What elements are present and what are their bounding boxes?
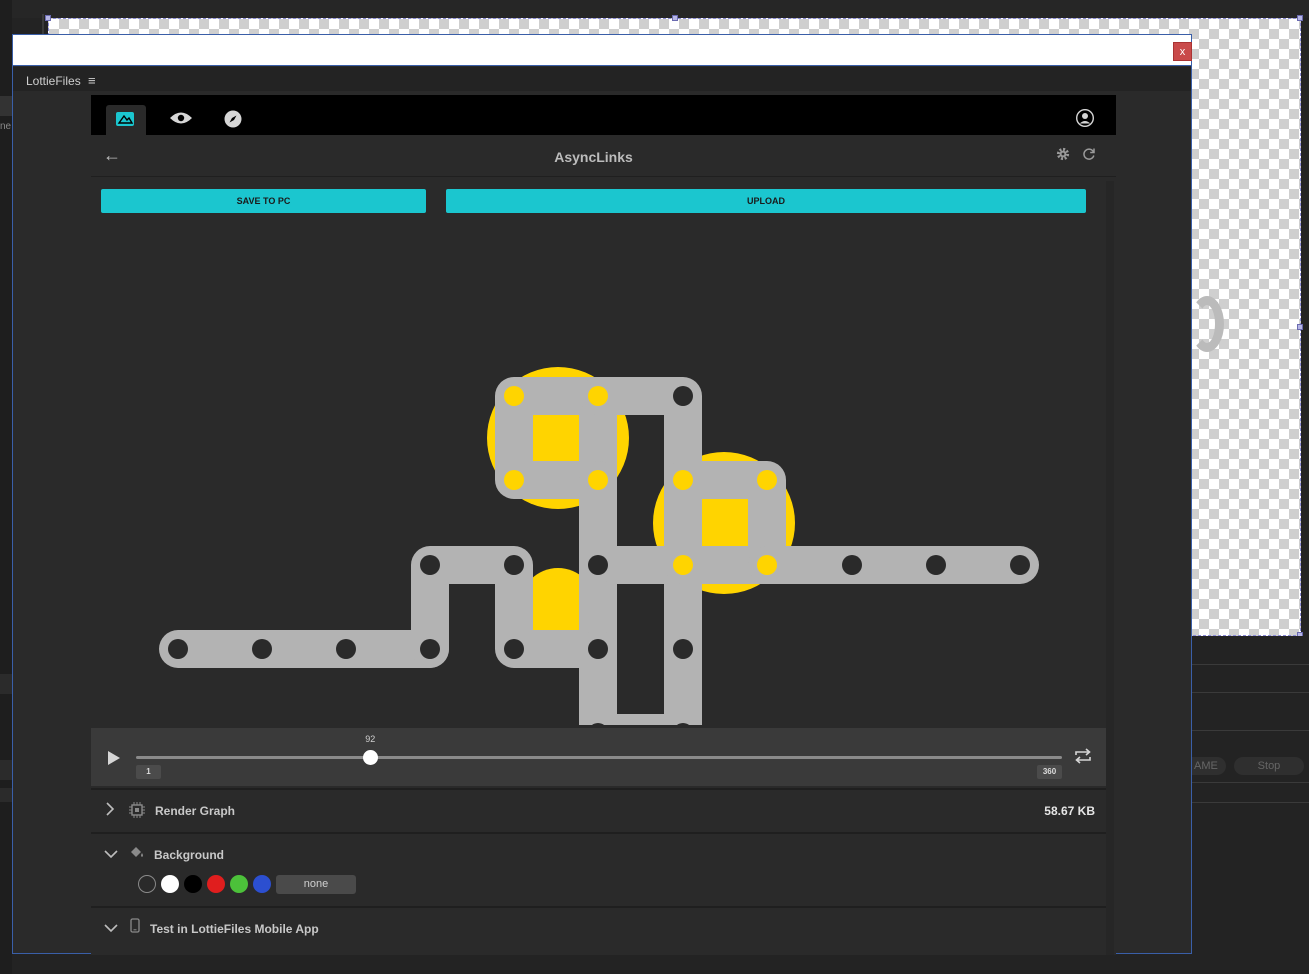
chevron-down-icon[interactable] bbox=[104, 922, 118, 936]
host-ame-button[interactable]: AME bbox=[1192, 757, 1226, 775]
chip-icon bbox=[129, 802, 145, 823]
transform-handle[interactable] bbox=[1297, 324, 1303, 330]
lottiefiles-panel-window: x LottieFiles ≡ ← AsyncLinks SAVE TO PC … bbox=[12, 34, 1192, 955]
swatch-blue[interactable] bbox=[253, 875, 271, 893]
mobile-section-title[interactable]: Test in LottieFiles Mobile App bbox=[150, 922, 319, 936]
timeline-slider[interactable] bbox=[136, 756, 1062, 759]
file-size-label: 58.67 KB bbox=[1044, 804, 1095, 818]
host-row-divider bbox=[1192, 692, 1309, 693]
swatch-green[interactable] bbox=[230, 875, 248, 893]
tab-create[interactable] bbox=[106, 105, 146, 135]
play-icon[interactable] bbox=[107, 750, 121, 771]
gear-icon[interactable] bbox=[1056, 147, 1070, 166]
render-graph-title[interactable]: Render Graph bbox=[155, 804, 235, 818]
player-controls: 92 1 360 bbox=[91, 728, 1106, 786]
background-section: Background none bbox=[91, 832, 1106, 906]
create-icon bbox=[116, 112, 134, 126]
render-graph-section: Render Graph 58.67 KB bbox=[91, 788, 1106, 830]
phone-icon bbox=[130, 918, 140, 938]
swatch-red[interactable] bbox=[207, 875, 225, 893]
timeline-handle[interactable] bbox=[362, 750, 378, 765]
eye-icon[interactable] bbox=[169, 111, 193, 130]
chevron-down-icon[interactable] bbox=[104, 848, 118, 862]
chevron-right-icon[interactable] bbox=[105, 802, 115, 819]
upload-button[interactable]: UPLOAD bbox=[446, 189, 1086, 213]
start-frame-badge: 1 bbox=[136, 765, 161, 779]
save-to-pc-button[interactable]: SAVE TO PC bbox=[101, 189, 426, 213]
transform-handle[interactable] bbox=[45, 15, 51, 21]
transform-handle[interactable] bbox=[672, 15, 678, 21]
refresh-icon[interactable] bbox=[1082, 147, 1096, 166]
host-left-label: ne bbox=[0, 121, 12, 132]
swatch-transparent[interactable] bbox=[138, 875, 156, 893]
chain-animation-frame bbox=[159, 367, 1039, 725]
panel-titlebar[interactable] bbox=[13, 35, 1191, 66]
app-header: ← AsyncLinks bbox=[91, 135, 1116, 177]
host-left-panel bbox=[0, 0, 12, 974]
swatch-black[interactable] bbox=[184, 875, 202, 893]
scrollbar[interactable] bbox=[1106, 181, 1114, 955]
host-row-divider bbox=[1192, 730, 1309, 731]
app-top-nav bbox=[91, 95, 1116, 135]
compass-icon[interactable] bbox=[224, 110, 242, 133]
close-button[interactable]: x bbox=[1173, 42, 1192, 61]
host-stop-button[interactable]: Stop bbox=[1234, 757, 1304, 775]
panel-menu-icon[interactable]: ≡ bbox=[88, 73, 96, 88]
host-timeline-panel bbox=[1192, 636, 1309, 974]
lottie-plugin-app: ← AsyncLinks SAVE TO PC UPLOAD 92 1 360 … bbox=[91, 95, 1116, 955]
loop-icon[interactable] bbox=[1073, 746, 1093, 771]
animation-preview bbox=[91, 225, 1106, 725]
host-row bbox=[0, 96, 12, 116]
paint-bucket-icon bbox=[129, 844, 145, 865]
account-icon[interactable] bbox=[1075, 108, 1095, 132]
host-row-divider bbox=[1192, 802, 1309, 803]
panel-tab-bar bbox=[13, 67, 1191, 91]
host-row bbox=[0, 760, 12, 780]
swatch-none-button[interactable]: none bbox=[276, 875, 356, 894]
end-frame-badge: 360 bbox=[1037, 765, 1062, 779]
host-top-bar bbox=[0, 0, 1309, 18]
animation-title: AsyncLinks bbox=[554, 149, 633, 165]
composition-layer-preview bbox=[1190, 296, 1224, 352]
mobile-test-section: Test in LottieFiles Mobile App bbox=[91, 906, 1106, 955]
host-row bbox=[0, 674, 12, 694]
host-row-divider bbox=[1192, 664, 1309, 665]
background-title[interactable]: Background bbox=[154, 848, 224, 862]
host-row bbox=[0, 788, 12, 802]
transform-handle[interactable] bbox=[1297, 15, 1303, 21]
host-row-divider bbox=[1192, 782, 1309, 783]
panel-tab-lottiefiles[interactable]: LottieFiles bbox=[26, 74, 81, 88]
current-frame-label: 92 bbox=[365, 734, 376, 744]
swatch-white[interactable] bbox=[161, 875, 179, 893]
host-divider bbox=[42, 14, 44, 36]
